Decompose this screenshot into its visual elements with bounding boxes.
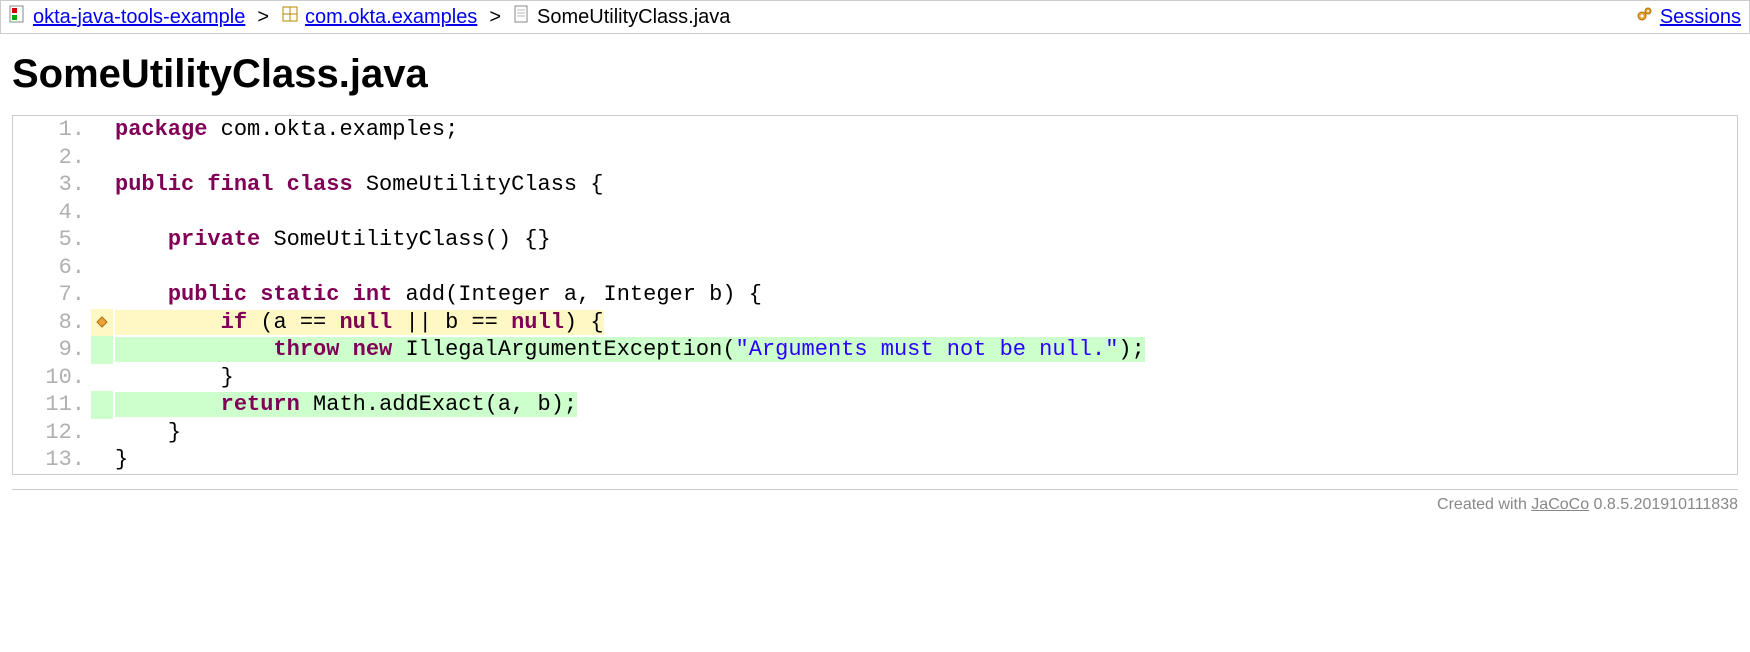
code-cell: return Math.addExact(a, b); <box>113 391 1737 419</box>
source-line: 13.} <box>13 446 1737 474</box>
sessions-link[interactable]: Sessions <box>1660 6 1741 29</box>
code-cell: } <box>113 364 1737 392</box>
coverage-gutter <box>91 391 113 419</box>
code-cell: } <box>113 446 1737 474</box>
coverage-gutter <box>91 144 113 172</box>
line-number: 3. <box>13 171 91 199</box>
source-line: 11. return Math.addExact(a, b); <box>13 391 1737 419</box>
diamond-icon <box>96 316 108 328</box>
coverage-gutter <box>91 116 113 144</box>
source-line: 4. <box>13 199 1737 227</box>
report-icon <box>9 5 27 29</box>
line-number: 11. <box>13 391 91 419</box>
footer-version: 0.8.5.201910111838 <box>1589 496 1738 513</box>
source-line: 6. <box>13 254 1737 282</box>
line-number: 4. <box>13 199 91 227</box>
coverage-gutter <box>91 309 113 337</box>
source-line: 8. if (a == null || b == null) { <box>13 309 1737 337</box>
code-cell <box>113 199 1737 227</box>
code-cell: private SomeUtilityClass() {} <box>113 226 1737 254</box>
line-number: 13. <box>13 446 91 474</box>
source-line: 3. public final class SomeUtilityClass { <box>13 171 1737 199</box>
line-number: 6. <box>13 254 91 282</box>
code-cell: public final class SomeUtilityClass { <box>113 171 1737 199</box>
coverage-gutter <box>91 419 113 447</box>
breadcrumb-link-project[interactable]: okta-java-tools-example <box>33 6 245 29</box>
code-cell <box>113 254 1737 282</box>
code-cell: package com.okta.examples; <box>113 116 1737 144</box>
breadcrumb-right: Sessions <box>1636 5 1741 29</box>
line-number: 10. <box>13 364 91 392</box>
footer-prefix: Created with <box>1437 496 1531 513</box>
breadcrumb-left: okta-java-tools-example > com.okta.examp… <box>9 5 730 29</box>
coverage-gutter <box>91 446 113 474</box>
line-number: 9. <box>13 336 91 364</box>
source-line: 5. private SomeUtilityClass() {} <box>13 226 1737 254</box>
footer: Created with JaCoCo 0.8.5.201910111838 <box>12 489 1738 514</box>
line-number: 5. <box>13 226 91 254</box>
line-number: 1. <box>13 116 91 144</box>
code-cell: } <box>113 419 1737 447</box>
source-line: 1. package com.okta.examples; <box>13 116 1737 144</box>
code-cell: throw new IllegalArgumentException("Argu… <box>113 336 1737 364</box>
source-line: 10. } <box>13 364 1737 392</box>
source-line: 7. public static int add(Integer a, Inte… <box>13 281 1737 309</box>
line-number: 2. <box>13 144 91 172</box>
line-number: 8. <box>13 309 91 337</box>
line-number: 12. <box>13 419 91 447</box>
breadcrumb-sep-1: > <box>257 6 269 29</box>
coverage-gutter <box>91 364 113 392</box>
source-listing: 1. package com.okta.examples; 2. 3. public … <box>12 115 1738 475</box>
source-line: 9. throw new IllegalArgumentException("A… <box>13 336 1737 364</box>
code-cell <box>113 144 1737 172</box>
coverage-gutter <box>91 281 113 309</box>
coverage-gutter <box>91 254 113 282</box>
coverage-gutter <box>91 226 113 254</box>
package-icon <box>281 5 299 29</box>
source-line: 2. <box>13 144 1737 172</box>
source-line: 12. } <box>13 419 1737 447</box>
coverage-gutter <box>91 171 113 199</box>
footer-link-jacoco[interactable]: JaCoCo <box>1531 496 1589 513</box>
line-number: 7. <box>13 281 91 309</box>
file-icon <box>513 5 531 29</box>
code-cell: public static int add(Integer a, Integer… <box>113 281 1737 309</box>
breadcrumb-current-file: SomeUtilityClass.java <box>537 6 730 29</box>
coverage-gutter <box>91 199 113 227</box>
code-cell: if (a == null || b == null) { <box>113 309 1737 337</box>
gears-icon <box>1636 5 1654 29</box>
breadcrumb-bar: okta-java-tools-example > com.okta.examp… <box>0 0 1750 34</box>
breadcrumb-sep-2: > <box>489 6 501 29</box>
breadcrumb-link-package[interactable]: com.okta.examples <box>305 6 477 29</box>
coverage-gutter <box>91 336 113 364</box>
page-title: SomeUtilityClass.java <box>12 52 1738 97</box>
